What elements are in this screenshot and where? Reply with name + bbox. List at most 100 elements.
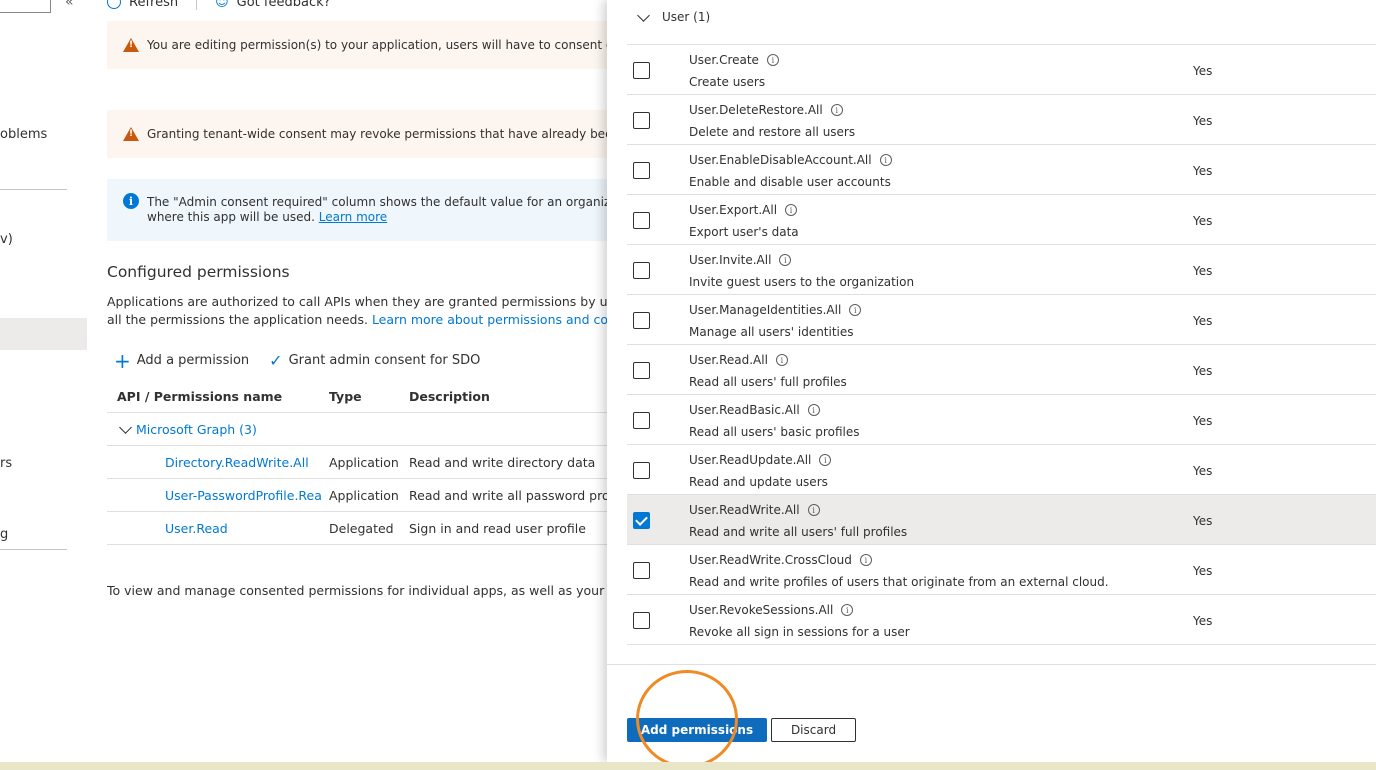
permission-row[interactable]: User.Export.All i Export user's data Yes (627, 194, 1376, 244)
permission-description: Read and write directory data (409, 454, 596, 470)
permission-checkbox[interactable] (633, 362, 650, 379)
column-header-description[interactable]: Description (409, 389, 490, 404)
info-icon[interactable]: i (830, 104, 843, 116)
permission-name: User.DeleteRestore.All (689, 103, 823, 117)
info-icon[interactable]: i (785, 204, 798, 216)
permission-description: Enable and disable user accounts (689, 175, 891, 189)
nav-item-problems[interactable]: oblems (0, 127, 47, 142)
nav-item-users[interactable]: rs (0, 456, 12, 471)
permission-checkbox[interactable] (633, 262, 650, 279)
table-group-row[interactable]: Microsoft Graph (3) (107, 413, 607, 446)
permission-description: Read all users' basic profiles (689, 425, 860, 439)
permission-type: Application (329, 454, 399, 470)
permission-row[interactable]: User.Invite.All i Invite guest users to th… (627, 244, 1376, 294)
permission-name-wrap: User.ReadUpdate.All i (689, 453, 832, 467)
permission-checkbox[interactable] (633, 462, 650, 479)
info-icon[interactable]: i (879, 154, 892, 166)
permission-checkbox[interactable] (633, 412, 650, 429)
permission-link[interactable]: User-PasswordProfile.ReadWr (165, 488, 321, 503)
grant-admin-consent-button[interactable]: Grant admin consent for SDO (289, 353, 481, 368)
permission-name: User.EnableDisableAccount.All (689, 153, 872, 167)
admin-consent-required: Yes (1193, 414, 1213, 428)
chevron-down-icon[interactable] (119, 420, 132, 434)
description-line1: Applications are authorized to call APIs… (107, 294, 607, 309)
user-permission-group-header[interactable]: User (1) (635, 8, 711, 24)
permission-row[interactable]: User.EnableDisableAccount.All i Enable and… (627, 144, 1376, 194)
permission-name-wrap: User.Read.All i (689, 353, 788, 367)
permission-row[interactable]: User.ReadWrite.All i Read and write all us… (627, 494, 1376, 544)
permission-checkbox[interactable] (633, 312, 650, 329)
info-text-line2: where this app will be used. (147, 210, 315, 224)
permission-row[interactable]: User.Create i Create users Yes (627, 44, 1376, 94)
microsoft-graph-group-link[interactable]: Microsoft Graph (3) (136, 422, 257, 437)
permission-name-wrap: User.ReadBasic.All i (689, 403, 820, 417)
chevron-down-icon[interactable] (637, 8, 650, 22)
info-icon[interactable]: i (775, 354, 788, 366)
permission-name: User.ReadUpdate.All (689, 453, 812, 467)
feedback-button[interactable]: Got feedback? (237, 0, 331, 10)
info-icon[interactable]: i (859, 554, 872, 566)
permission-checkbox[interactable] (633, 162, 650, 179)
column-header-name[interactable]: API / Permissions name (117, 389, 282, 404)
discard-button[interactable]: Discard (771, 718, 856, 742)
permission-name-wrap: User.Invite.All i (689, 253, 792, 267)
info-icon[interactable]: i (819, 454, 832, 466)
permission-link[interactable]: Directory.ReadWrite.All (165, 455, 309, 470)
permission-row[interactable]: User.ReadBasic.All i Read all users' basic… (627, 394, 1376, 444)
info-icon[interactable]: i (766, 54, 779, 66)
column-header-type[interactable]: Type (329, 389, 362, 404)
permission-row[interactable]: User.ManageIdentities.All i Manage all use… (627, 294, 1376, 344)
admin-consent-required: Yes (1193, 64, 1213, 78)
permission-checkbox[interactable] (633, 112, 650, 129)
nav-item-g[interactable]: g (0, 527, 8, 542)
permission-checkbox[interactable] (633, 612, 650, 629)
permission-row[interactable]: User.ReadWrite.CrossCloud i Read and write… (627, 544, 1376, 594)
info-icon[interactable]: i (849, 304, 862, 316)
admin-consent-required: Yes (1193, 314, 1213, 328)
nav-search-input[interactable] (0, 0, 51, 13)
add-permission-button[interactable]: Add a permission (137, 353, 249, 368)
permission-list: User.Create i Create users Yes User.DeleteRe… (627, 44, 1376, 645)
learn-more-link[interactable]: Learn more (319, 210, 387, 224)
info-icon[interactable]: i (807, 504, 820, 516)
info-icon[interactable]: i (841, 604, 854, 616)
add-permissions-button[interactable]: Add permissions (627, 718, 767, 742)
nav-divider (0, 189, 67, 190)
collapse-nav-icon[interactable]: « (65, 0, 74, 10)
permission-description: Delete and restore all users (689, 125, 856, 139)
permission-checkbox[interactable] (633, 212, 650, 229)
admin-consent-required: Yes (1193, 114, 1213, 128)
permission-name: User.ReadBasic.All (689, 403, 800, 417)
user-group-label: User (1) (662, 10, 711, 24)
info-text-line1: The "Admin consent required" column show… (147, 195, 617, 209)
permission-type: Application (329, 487, 399, 503)
permission-name: User.RevokeSessions.All (689, 603, 834, 617)
editing-warning-bar: You are editing permission(s) to your ap… (107, 21, 617, 69)
consented-permissions-footnote: To view and manage consented permissions… (107, 583, 607, 598)
permissions-consent-link[interactable]: Learn more about permissions and consent (372, 312, 607, 327)
permission-checkbox[interactable] (633, 512, 650, 529)
permission-checkbox[interactable] (633, 562, 650, 579)
info-icon: i (123, 193, 139, 209)
permission-row[interactable]: User.RevokeSessions.All i Revoke all sign … (627, 594, 1376, 645)
nav-item-api-permissions-selected[interactable] (0, 318, 87, 350)
left-nav: « oblems v) rs g (0, 0, 90, 760)
permission-row[interactable]: User.ReadUpdate.All i Read and update user… (627, 444, 1376, 494)
permission-row[interactable]: User.Read.All i Read all users' full profi… (627, 344, 1376, 394)
permission-name: User.Invite.All (689, 253, 772, 267)
permission-name-wrap: User.EnableDisableAccount.All i (689, 153, 892, 167)
admin-consent-required: Yes (1193, 214, 1213, 228)
nav-item-preview[interactable]: v) (0, 232, 13, 247)
table-row: User-PasswordProfile.ReadWr Application … (107, 479, 607, 512)
permission-description: Export user's data (689, 225, 799, 239)
info-icon[interactable]: i (779, 254, 792, 266)
warning-icon (123, 127, 139, 141)
permission-name: User.ReadWrite.CrossCloud (689, 553, 852, 567)
info-icon[interactable]: i (807, 404, 820, 416)
refresh-button[interactable]: Refresh (129, 0, 178, 10)
permission-link[interactable]: User.Read (165, 521, 228, 536)
table-row: Directory.ReadWrite.All Application Read… (107, 446, 607, 479)
permission-row[interactable]: User.DeleteRestore.All i Delete and restor… (627, 94, 1376, 144)
permission-checkbox[interactable] (633, 62, 650, 79)
permissions-command-bar: + Add a permission ✓ Grant admin consent… (114, 351, 481, 371)
